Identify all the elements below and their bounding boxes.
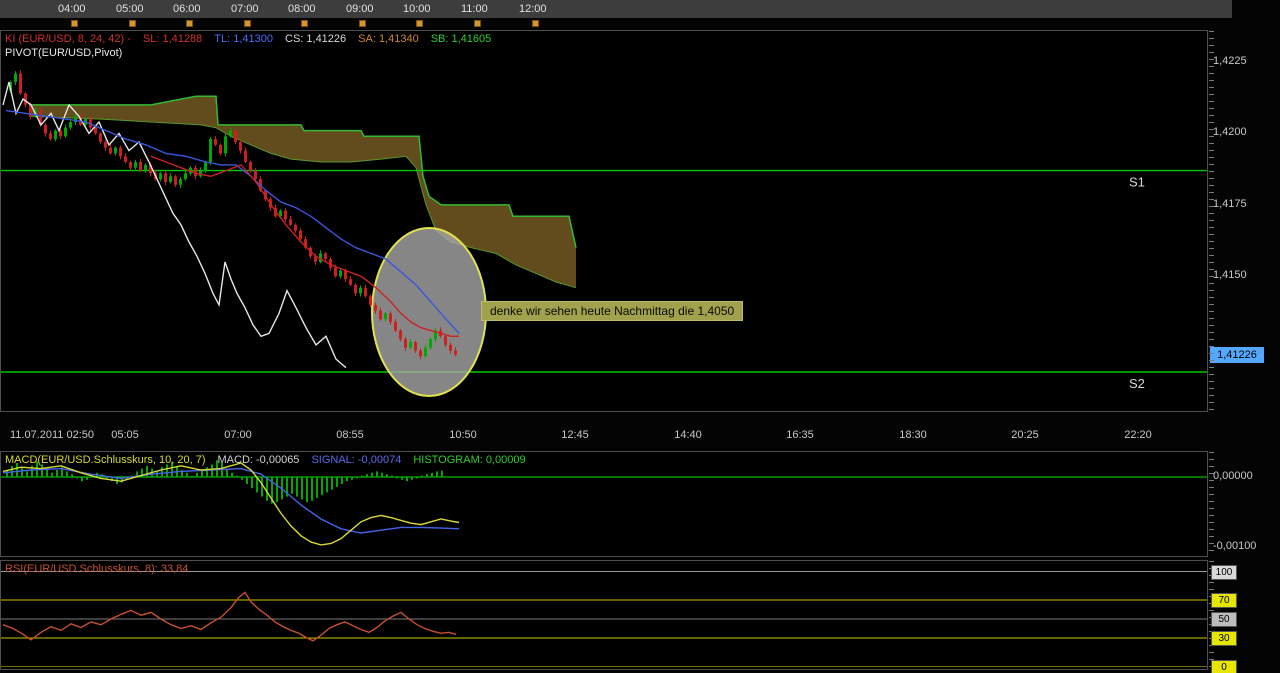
- time-marker[interactable]: [301, 20, 308, 27]
- time-axis-label: 22:20: [1124, 429, 1152, 441]
- macd-legend-item: HISTOGRAM: 0,00009: [413, 454, 525, 466]
- rsi-axis-badge: 0: [1211, 660, 1237, 673]
- price-axis-tick: 1,4200: [1213, 126, 1247, 138]
- rsi-chart-canvas[interactable]: [1, 561, 1207, 669]
- macd-legend: MACD(EUR/USD.Schlusskurs, 10, 20, 7) MACD…: [5, 454, 538, 466]
- legend-item: TL: 1,41300: [214, 33, 273, 45]
- pivot-label-s2: S2: [1129, 376, 1145, 391]
- time-marker[interactable]: [474, 20, 481, 27]
- trading-chart-window: 04:00 05:00 06:00 07:00 08:00 09:00 10:00 11:00…: [0, 0, 1280, 673]
- time-axis-label: 10:50: [449, 429, 477, 441]
- ichimoku-cloud: [29, 96, 576, 287]
- time-marker[interactable]: [71, 20, 78, 27]
- time-axis-label: 20:25: [1011, 429, 1039, 441]
- legend-item: CS: 1,41226: [285, 33, 346, 45]
- time-axis-label: 18:30: [899, 429, 927, 441]
- time-marker[interactable]: [244, 20, 251, 27]
- price-axis-ticks: [1209, 31, 1214, 411]
- time-axis-label: 08:55: [336, 429, 364, 441]
- time-marker[interactable]: [186, 20, 193, 27]
- upper-time-axis: 04:00 05:00 06:00 07:00 08:00 09:00 10:00 11:00…: [0, 0, 1232, 18]
- current-price-badge: 1,41226: [1210, 347, 1264, 363]
- pivot-label-s1: S1: [1129, 175, 1145, 190]
- top-axis-label: 08:00: [288, 3, 316, 15]
- indicator-legend-pivot: PIVOT(EUR/USD,Pivot): [5, 47, 122, 59]
- time-axis-label: 12:45: [561, 429, 589, 441]
- rsi-panel: RSI(EUR/USD.Schlusskurs, 8): 33,84: [0, 560, 1208, 670]
- time-axis-label: 11.07.2011 02:50: [10, 429, 94, 441]
- highlight-ellipse[interactable]: [372, 228, 486, 396]
- legend-item: SA: 1,41340: [358, 33, 419, 45]
- top-axis-label: 09:00: [346, 3, 374, 15]
- price-chart-canvas[interactable]: S1 S2: [1, 31, 1207, 411]
- top-axis-label: 11:00: [461, 3, 488, 15]
- rsi-axis-badge: 70: [1211, 593, 1237, 608]
- time-axis-label: 07:00: [224, 429, 252, 441]
- price-axis-tick: 1,4175: [1213, 198, 1247, 210]
- time-axis-label: 14:40: [674, 429, 702, 441]
- macd-signal-line: [3, 469, 459, 533]
- price-axis-tick: 1,4225: [1213, 55, 1247, 67]
- rsi-axis-badge: 30: [1211, 631, 1237, 646]
- rsi-legend: RSI(EUR/USD.Schlusskurs, 8): 33,84: [5, 563, 188, 575]
- top-axis-label: 07:00: [231, 3, 259, 15]
- time-marker[interactable]: [359, 20, 366, 27]
- time-marker[interactable]: [532, 20, 539, 27]
- macd-legend-item: MACD: -0,00065: [218, 454, 300, 466]
- legend-item: KI (EUR/USD, 8, 24, 42) -: [5, 33, 131, 45]
- price-chart-panel: S1 S2 KI (EUR/USD, 8, 24, 42) - SL: 1,4128…: [0, 30, 1208, 412]
- top-axis-label: 06:00: [173, 3, 201, 15]
- macd-histogram: [7, 460, 442, 503]
- macd-chart-canvas[interactable]: [1, 452, 1207, 556]
- top-axis-label: 04:00: [58, 3, 86, 15]
- time-marker[interactable]: [129, 20, 136, 27]
- macd-legend-item: SIGNAL: -0,00074: [311, 454, 401, 466]
- top-axis-label: 05:00: [116, 3, 144, 15]
- macd-legend-item: MACD(EUR/USD.Schlusskurs, 10, 20, 7): [5, 454, 206, 466]
- time-axis-label: 05:05: [111, 429, 139, 441]
- legend-item: SB: 1,41605: [431, 33, 492, 45]
- legend-item: SL: 1,41288: [143, 33, 202, 45]
- top-axis-label: 12:00: [519, 3, 547, 15]
- time-axis-label: 16:35: [786, 429, 814, 441]
- price-axis-tick: 1,4150: [1213, 269, 1247, 281]
- top-axis-label: 10:00: [403, 3, 431, 15]
- macd-axis-tick: -0,00100: [1213, 540, 1256, 552]
- time-marker[interactable]: [416, 20, 423, 27]
- rsi-axis-badge: 50: [1211, 612, 1237, 627]
- chart-note-tooltip[interactable]: denke wir sehen heute Nachmittag die 1,4…: [481, 301, 743, 321]
- macd-panel: MACD(EUR/USD.Schlusskurs, 10, 20, 7) MACD…: [0, 451, 1208, 557]
- macd-axis-tick: 0,00000: [1213, 470, 1253, 482]
- indicator-legend-ki: KI (EUR/USD, 8, 24, 42) - SL: 1,41288 TL: …: [5, 33, 503, 45]
- rsi-axis-badge: 100: [1211, 565, 1237, 580]
